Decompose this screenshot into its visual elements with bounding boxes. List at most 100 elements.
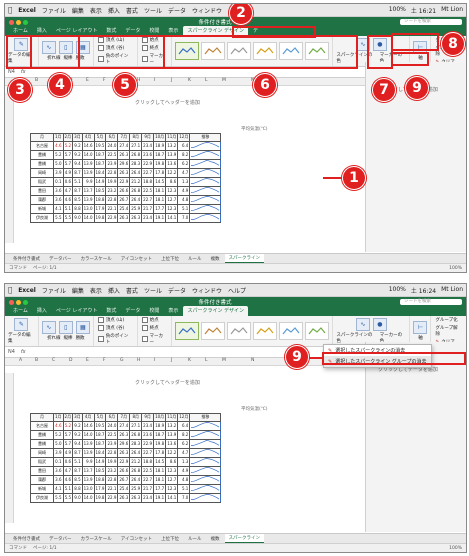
value-cell[interactable]: 5.1	[177, 203, 191, 214]
value-cell[interactable]: 13.9	[165, 429, 179, 440]
value-cell[interactable]: 18.8	[141, 176, 155, 187]
value-cell[interactable]: 14.0	[81, 492, 95, 503]
value-cell[interactable]: 8.7	[72, 447, 83, 458]
city-cell[interactable]: 伊良湖	[30, 492, 54, 503]
header-cell[interactable]: 7月	[117, 413, 131, 422]
zoom-level[interactable]: 100%	[449, 546, 462, 551]
header-cell[interactable]: 6月	[105, 133, 119, 142]
menu-tools[interactable]: ツール	[144, 6, 162, 15]
value-cell[interactable]: 4.7	[62, 185, 74, 196]
sparkline-cell[interactable]	[189, 167, 222, 178]
city-cell[interactable]: 岡崎	[30, 447, 54, 458]
value-cell[interactable]: 14.6	[81, 420, 95, 431]
value-cell[interactable]: 5.5	[62, 212, 74, 223]
menu-format[interactable]: 書式	[126, 286, 138, 295]
value-cell[interactable]: 25.9	[129, 483, 143, 494]
zoom-level[interactable]: 100%	[449, 266, 462, 271]
header-cell[interactable]: 3月	[72, 133, 83, 142]
high-point-checkbox[interactable]: 頂点 (山)	[97, 317, 133, 323]
value-cell[interactable]: 22.7	[141, 447, 155, 458]
header-cell[interactable]: 8月	[129, 413, 143, 422]
value-cell[interactable]: 0.6	[62, 176, 74, 187]
axis-label[interactable]: 軸	[418, 335, 423, 341]
value-cell[interactable]: 22.9	[117, 176, 131, 187]
value-cell[interactable]: 4.9	[62, 447, 74, 458]
value-cell[interactable]: 5.1	[62, 483, 74, 494]
sheet-search-input[interactable]: シートを検索	[400, 299, 462, 305]
value-cell[interactable]: 26.8	[129, 429, 143, 440]
sparkline-cell[interactable]	[189, 465, 222, 476]
city-cell[interactable]: 稲武	[30, 456, 54, 467]
value-cell[interactable]: 12.7	[165, 474, 179, 485]
value-cell[interactable]: 12.2	[165, 447, 179, 458]
value-cell[interactable]: 19.9	[105, 456, 119, 467]
marker-color-icon[interactable]: ●	[372, 318, 387, 331]
value-cell[interactable]: 14.5	[153, 456, 167, 467]
header-cell[interactable]: 1月	[53, 133, 64, 142]
value-cell[interactable]: 14.1	[165, 212, 179, 223]
city-cell[interactable]: 名古屋	[30, 140, 54, 151]
minimize-window-icon[interactable]	[16, 299, 21, 305]
value-cell[interactable]: 8.6	[165, 176, 179, 187]
value-cell[interactable]: 5.7	[62, 158, 74, 169]
value-cell[interactable]: 5.0	[53, 158, 64, 169]
value-cell[interactable]: 14.1	[165, 492, 179, 503]
tab-view[interactable]: 表示	[164, 306, 182, 316]
header-cell[interactable]: 10月	[153, 413, 167, 422]
col-header[interactable]: E	[86, 78, 89, 83]
city-cell[interactable]: 岡崎	[30, 167, 54, 178]
close-window-icon[interactable]	[9, 19, 14, 25]
value-cell[interactable]: 22.9	[141, 158, 155, 169]
sparkline-cell[interactable]	[189, 474, 222, 485]
value-cell[interactable]: 6.2	[177, 158, 191, 169]
value-cell[interactable]: 18.8	[93, 474, 107, 485]
value-cell[interactable]: 1.3	[177, 176, 191, 187]
col-header[interactable]: K	[188, 358, 191, 363]
tab-page-layout[interactable]: ページ レイアウト	[52, 306, 102, 316]
value-cell[interactable]: 5.5	[62, 492, 74, 503]
col-header[interactable]: C	[52, 358, 55, 363]
value-cell[interactable]: 13.9	[81, 474, 95, 485]
value-cell[interactable]: 3.6	[53, 185, 64, 196]
value-cell[interactable]: 4.6	[62, 474, 74, 485]
value-cell[interactable]: 9.0	[72, 492, 83, 503]
value-cell[interactable]: 13.9	[81, 438, 95, 449]
value-cell[interactable]: 5.5	[53, 212, 64, 223]
header-cell[interactable]: 3月	[72, 413, 83, 422]
value-cell[interactable]: 23.2	[105, 465, 119, 476]
value-cell[interactable]: 19.8	[153, 438, 167, 449]
value-cell[interactable]: 26.4	[129, 194, 143, 205]
value-cell[interactable]: 26.3	[129, 212, 143, 223]
value-cell[interactable]: 24.0	[105, 420, 119, 431]
value-cell[interactable]: 9.4	[72, 438, 83, 449]
value-cell[interactable]: 22.5	[105, 429, 119, 440]
value-cell[interactable]: 13.9	[81, 194, 95, 205]
value-cell[interactable]: 9.2	[72, 429, 83, 440]
app-menu[interactable]: Excel	[18, 287, 36, 294]
col-header[interactable]: J	[171, 358, 172, 363]
sparkline-cell[interactable]	[189, 212, 222, 223]
sheet-tab[interactable]: 複数	[207, 535, 224, 543]
sparkline-cell[interactable]	[189, 203, 222, 214]
fx-icon[interactable]: fx	[21, 349, 26, 355]
value-cell[interactable]: 19.9	[105, 176, 119, 187]
header-cell[interactable]: 12月	[177, 413, 191, 422]
value-cell[interactable]: 5.1	[62, 203, 74, 214]
value-cell[interactable]: 4.9	[177, 185, 191, 196]
ungroup-button[interactable]: グループ解除	[435, 325, 462, 337]
value-cell[interactable]: 13.0	[81, 203, 95, 214]
value-cell[interactable]: 18.4	[93, 167, 107, 178]
first-point-checkbox[interactable]: 始点	[141, 317, 168, 323]
col-header[interactable]: L	[205, 78, 208, 83]
value-cell[interactable]: 14.0	[81, 429, 95, 440]
city-cell[interactable]: 伊良湖	[30, 212, 54, 223]
col-header[interactable]: A	[19, 358, 22, 363]
value-cell[interactable]: 22.9	[117, 456, 131, 467]
value-cell[interactable]: 27.1	[129, 420, 143, 431]
value-cell[interactable]: 22.9	[105, 492, 119, 503]
apple-icon[interactable]: 	[8, 6, 12, 14]
value-cell[interactable]: 13.9	[81, 167, 95, 178]
value-cell[interactable]: 5.2	[53, 149, 64, 160]
header-cell[interactable]: 8月	[129, 133, 143, 142]
value-cell[interactable]: 26.8	[129, 465, 143, 476]
